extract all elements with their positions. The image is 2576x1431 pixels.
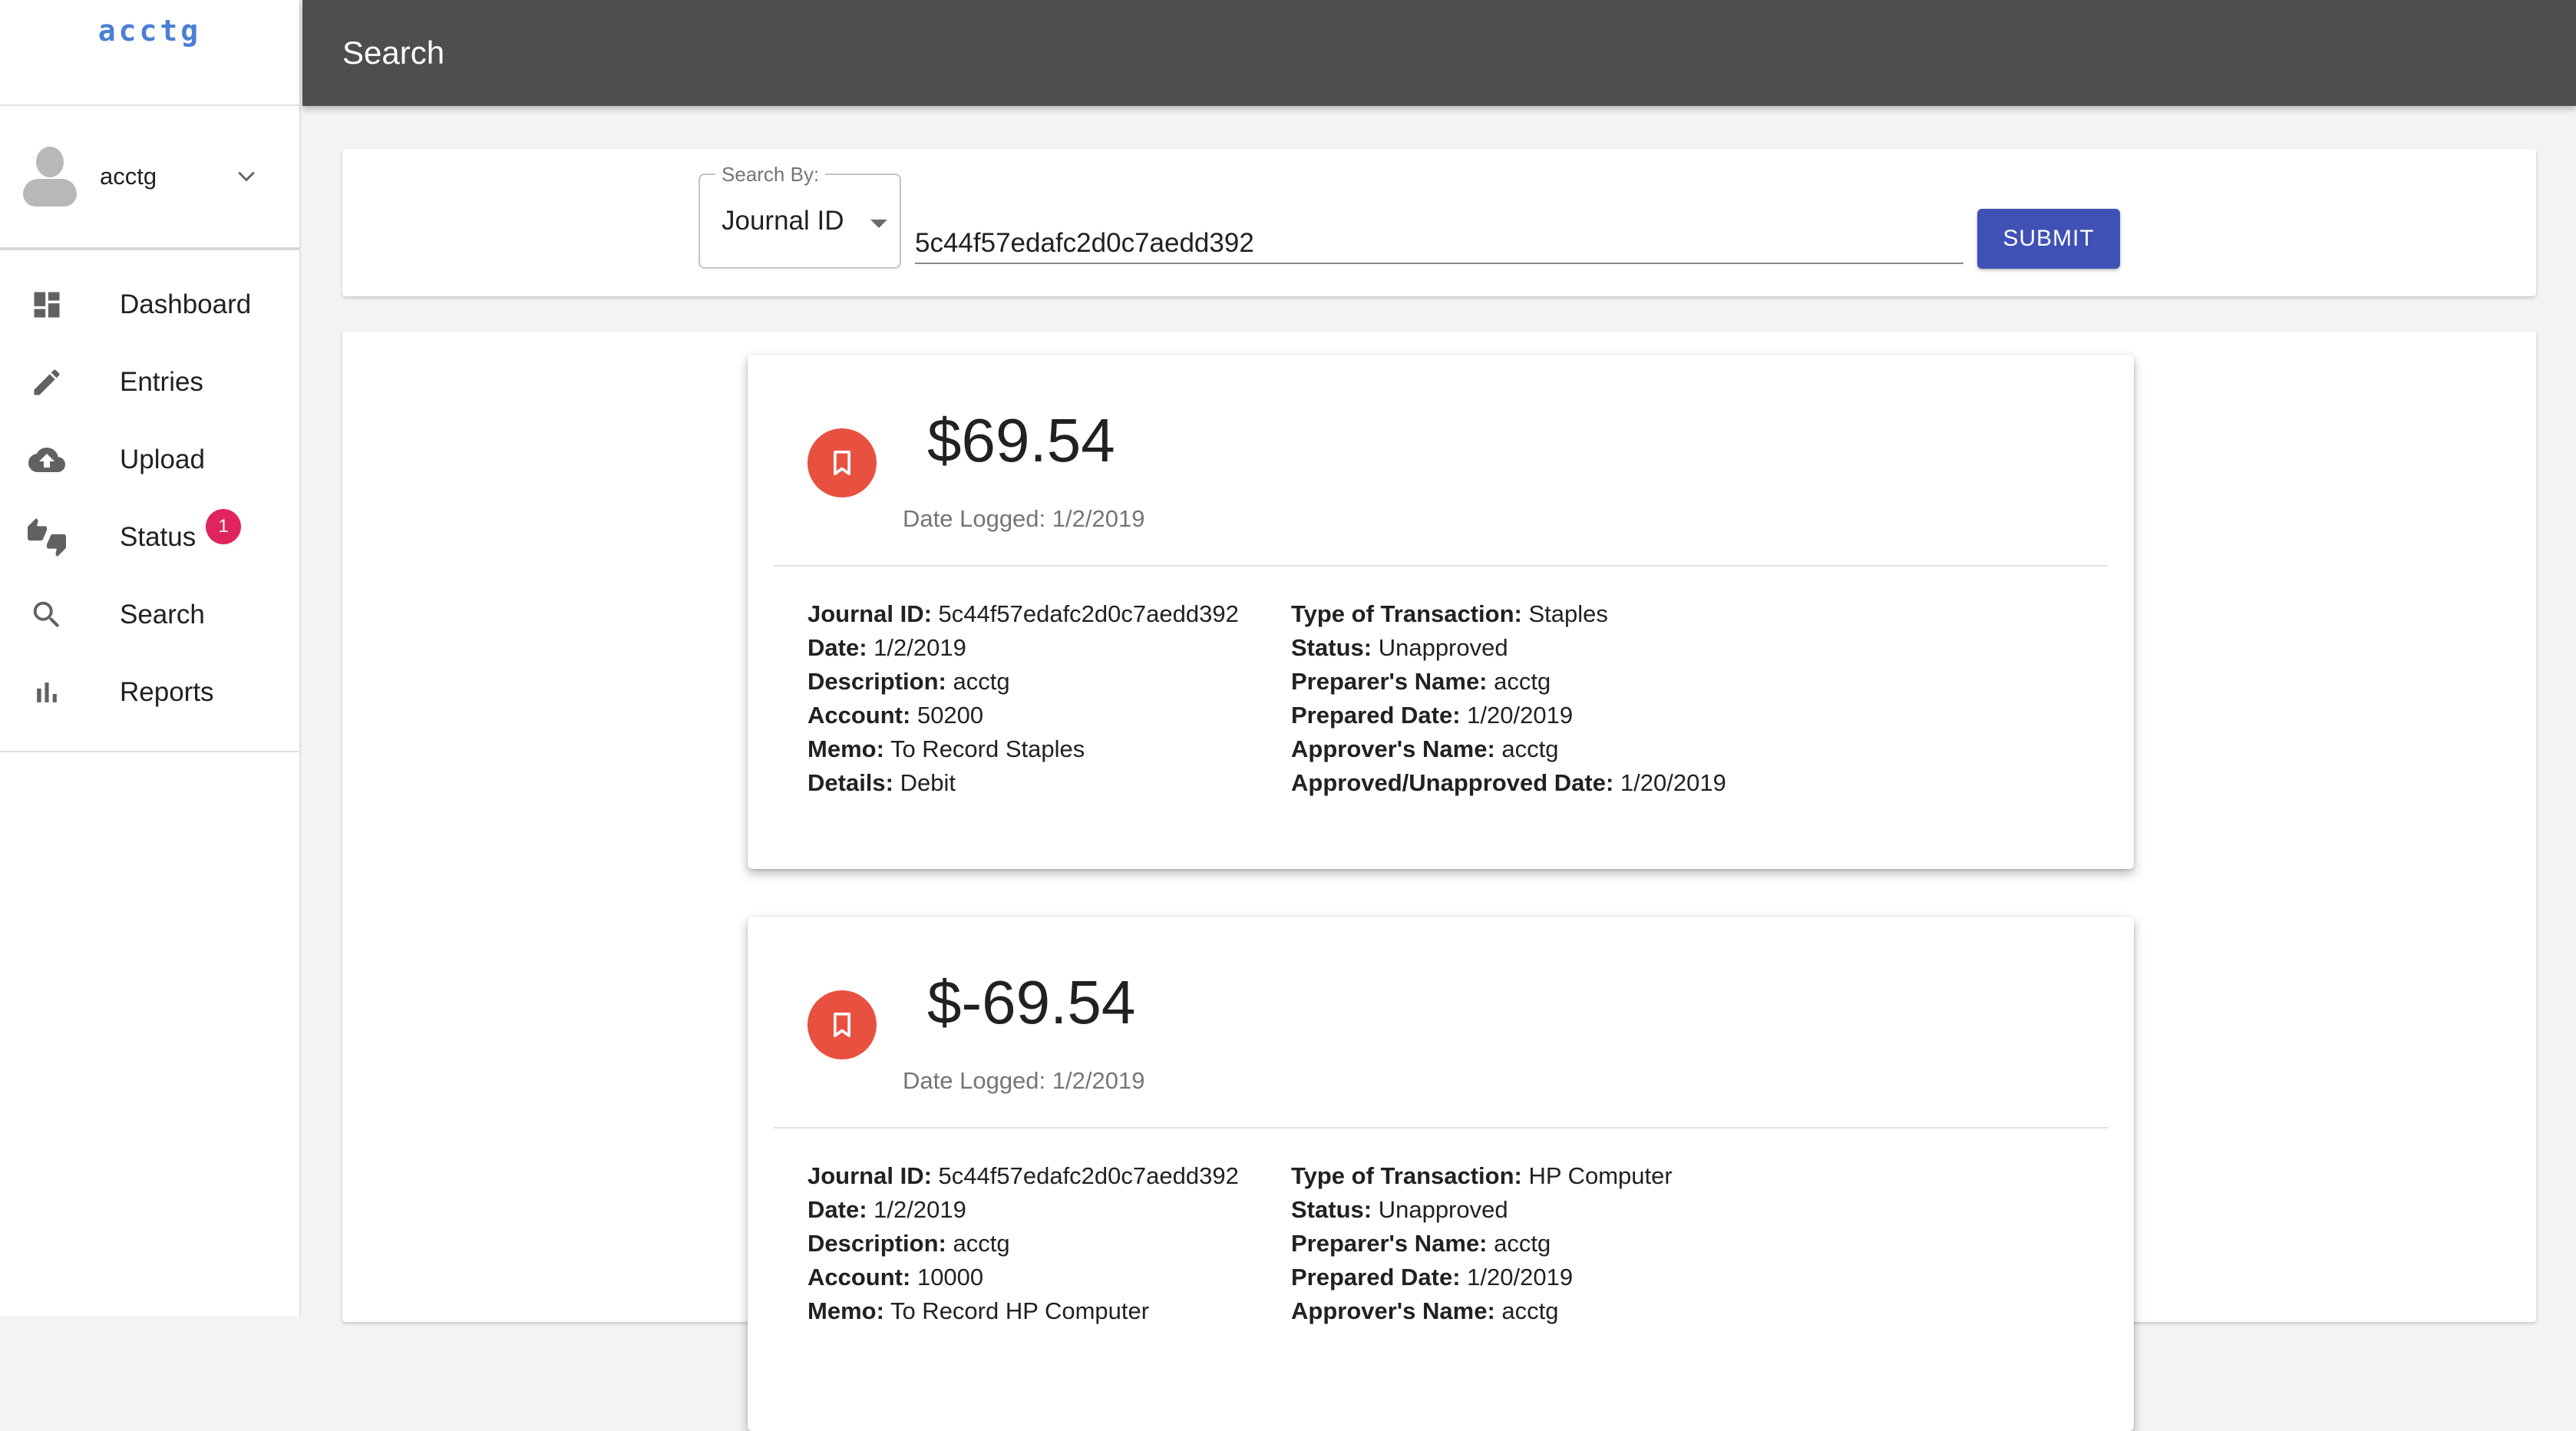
sidebar: acctg acctg Dashboard Entries Upload Sta… [0, 0, 301, 1316]
submit-button[interactable]: SUBMIT [1977, 209, 2120, 269]
date-row: Date: 1/2/2019 [807, 1196, 966, 1223]
entry-amount: $69.54 [927, 406, 1115, 474]
bookmark-icon [807, 990, 877, 1059]
divider [774, 1127, 2108, 1129]
pencil-icon [28, 363, 66, 402]
sidebar-item-status[interactable]: Status 1 [0, 498, 299, 576]
bookmark-icon [807, 428, 877, 497]
entry-details-right: Type of Transaction: HP Computer Status:… [1291, 1159, 1673, 1328]
status-row: Status: Unapproved [1291, 634, 1508, 661]
description-row: Description: acctg [807, 668, 1010, 695]
sidebar-item-search[interactable]: Search [0, 576, 299, 653]
entry-details-right: Type of Transaction: Staples Status: Una… [1291, 597, 1726, 800]
app-bar: Search [302, 0, 2576, 106]
details-row: Details: Debit [807, 769, 956, 796]
sidebar-item-label: Entries [120, 366, 203, 397]
sidebar-item-label: Reports [120, 676, 214, 707]
account-row: Account: 10000 [807, 1264, 984, 1291]
preparer-row: Preparer's Name: acctg [1291, 668, 1551, 695]
search-by-select[interactable]: Search By: Journal ID [698, 163, 901, 269]
type-row: Type of Transaction: HP Computer [1291, 1162, 1673, 1189]
entry-date-logged: Date Logged: 1/2/2019 [903, 505, 1145, 532]
type-row: Type of Transaction: Staples [1291, 600, 1608, 627]
memo-row: Memo: To Record Staples [807, 735, 1085, 762]
date-row: Date: 1/2/2019 [807, 634, 966, 661]
dashboard-icon [28, 286, 66, 324]
thumbs-up-down-icon [28, 517, 66, 557]
search-icon [28, 596, 66, 634]
journal-id-row: Journal ID: 5c44f57edafc2d0c7aedd392 [807, 1162, 1239, 1189]
username: acctg [100, 163, 157, 190]
dropdown-arrow-icon [870, 220, 887, 228]
journal-entry-card: $69.54 Date Logged: 1/2/2019 Journal ID:… [748, 355, 2134, 869]
entry-details-left: Journal ID: 5c44f57edafc2d0c7aedd392 Dat… [807, 1159, 1239, 1328]
status-badge: 1 [206, 509, 241, 544]
user-menu[interactable]: acctg [0, 106, 299, 250]
sidebar-item-label: Search [120, 599, 205, 630]
journal-id-row: Journal ID: 5c44f57edafc2d0c7aedd392 [807, 600, 1239, 627]
bar-chart-icon [28, 673, 66, 712]
sidebar-item-upload[interactable]: Upload [0, 421, 299, 498]
sidebar-item-label: Dashboard [120, 289, 252, 319]
page-title: Search [342, 35, 445, 71]
description-row: Description: acctg [807, 1230, 1010, 1257]
sidebar-item-entries[interactable]: Entries [0, 343, 299, 421]
results-panel: $69.54 Date Logged: 1/2/2019 Journal ID:… [342, 332, 2536, 1431]
status-row: Status: Unapproved [1291, 1196, 1508, 1223]
sidebar-item-label: Upload [120, 444, 205, 474]
prepared-date-row: Prepared Date: 1/20/2019 [1291, 702, 1574, 729]
approver-row: Approver's Name: acctg [1291, 735, 1559, 762]
sidebar-item-label: Status [120, 521, 197, 552]
entry-amount: $-69.54 [927, 968, 1136, 1036]
app-logo[interactable]: acctg [98, 14, 201, 48]
entry-details-left: Journal ID: 5c44f57edafc2d0c7aedd392 Dat… [807, 597, 1239, 800]
search-by-label: Search By: [715, 163, 826, 187]
search-panel: Search By: Journal ID SUBMIT [342, 149, 2536, 296]
prepared-date-row: Prepared Date: 1/20/2019 [1291, 1264, 1574, 1291]
avatar [23, 147, 77, 207]
cloud-upload-icon [28, 441, 66, 479]
approved-date-row: Approved/Unapproved Date: 1/20/2019 [1291, 769, 1726, 796]
sidebar-nav: Dashboard Entries Upload Status 1 Search… [0, 250, 299, 752]
memo-row: Memo: To Record HP Computer [807, 1297, 1150, 1324]
search-input[interactable] [915, 213, 1963, 264]
entry-date-logged: Date Logged: 1/2/2019 [903, 1067, 1145, 1094]
account-row: Account: 50200 [807, 702, 984, 729]
divider [774, 565, 2108, 567]
sidebar-item-dashboard[interactable]: Dashboard [0, 266, 299, 343]
chevron-down-icon[interactable] [236, 166, 256, 186]
sidebar-item-reports[interactable]: Reports [0, 653, 299, 731]
search-by-value: Journal ID [722, 206, 844, 236]
journal-entry-card: $-69.54 Date Logged: 1/2/2019 Journal ID… [748, 917, 2134, 1431]
preparer-row: Preparer's Name: acctg [1291, 1230, 1551, 1257]
approver-row: Approver's Name: acctg [1291, 1297, 1559, 1324]
logo-area: acctg [0, 0, 299, 106]
